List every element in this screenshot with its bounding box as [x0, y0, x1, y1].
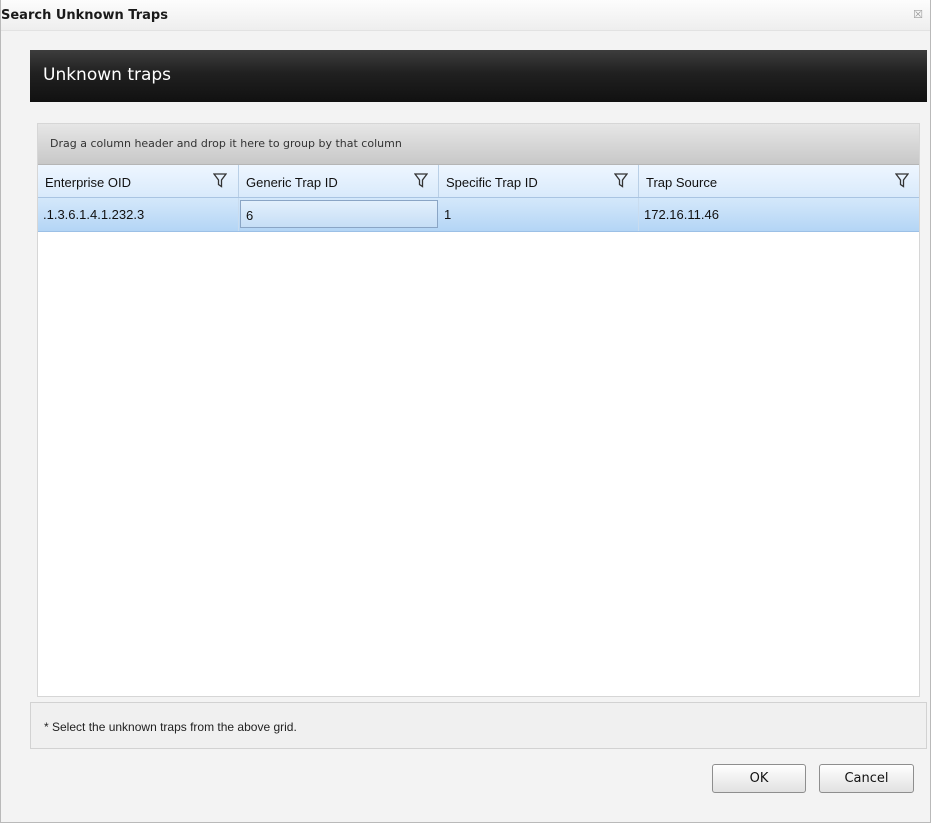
dialog-titlebar[interactable]: Search Unknown Traps ☒ [1, 0, 930, 31]
ok-button[interactable]: OK [712, 764, 806, 793]
filter-icon[interactable] [213, 173, 227, 188]
column-label: Generic Trap ID [246, 175, 338, 190]
instruction-panel: * Select the unknown traps from the abov… [30, 702, 927, 749]
filter-icon[interactable] [895, 173, 909, 188]
column-header-generic-trap-id[interactable]: Generic Trap ID [239, 165, 439, 197]
table-row[interactable]: .1.3.6.1.4.1.232.3 6 1 172.16.11.46 [38, 198, 919, 232]
column-header-trap-source[interactable]: Trap Source [639, 165, 919, 197]
filter-icon[interactable] [614, 173, 628, 188]
cell-enterprise-oid[interactable]: .1.3.6.1.4.1.232.3 [38, 198, 239, 231]
section-banner: Unknown traps [30, 50, 927, 102]
group-by-hint: Drag a column header and drop it here to… [50, 137, 402, 150]
instruction-text: * Select the unknown traps from the abov… [44, 720, 297, 734]
search-unknown-traps-dialog: Search Unknown Traps ☒ Unknown traps Dra… [0, 0, 931, 823]
cell-value: 172.16.11.46 [644, 207, 719, 222]
column-label: Enterprise OID [45, 175, 131, 190]
cell-trap-source[interactable]: 172.16.11.46 [639, 198, 919, 231]
dialog-title: Search Unknown Traps [1, 8, 168, 23]
cancel-button[interactable]: Cancel [819, 764, 914, 793]
section-title: Unknown traps [43, 65, 172, 85]
unknown-traps-grid: Drag a column header and drop it here to… [37, 123, 920, 697]
column-header-enterprise-oid[interactable]: Enterprise OID [38, 165, 239, 197]
grid-header-row: Enterprise OID Generic Trap ID Specific … [38, 165, 919, 198]
cell-value: .1.3.6.1.4.1.232.3 [43, 207, 145, 222]
cell-value: 6 [246, 208, 254, 223]
cell-specific-trap-id[interactable]: 1 [439, 198, 639, 231]
cell-value: 1 [444, 207, 452, 222]
column-header-specific-trap-id[interactable]: Specific Trap ID [439, 165, 639, 197]
filter-icon[interactable] [414, 173, 428, 188]
close-icon[interactable]: ☒ [913, 9, 923, 20]
column-label: Specific Trap ID [446, 175, 538, 190]
cell-generic-trap-id[interactable]: 6 [240, 200, 438, 228]
group-by-panel[interactable]: Drag a column header and drop it here to… [38, 124, 919, 165]
column-label: Trap Source [646, 175, 718, 190]
